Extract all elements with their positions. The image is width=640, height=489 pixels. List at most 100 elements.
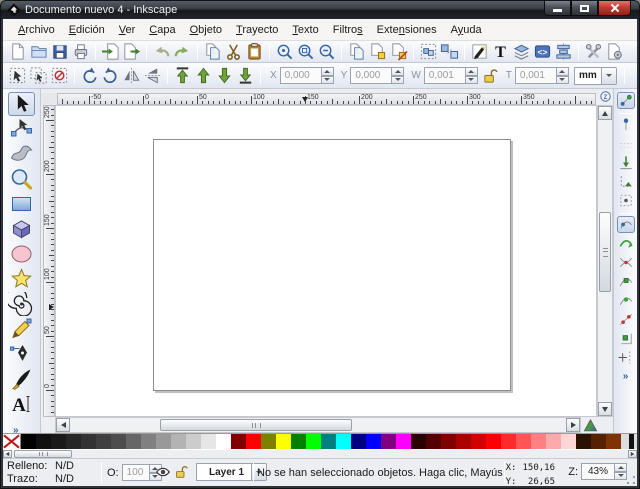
tweak-icon[interactable] xyxy=(8,142,35,166)
palette-scroll-right-button[interactable] xyxy=(628,450,637,458)
selector-icon[interactable] xyxy=(8,92,35,116)
palette-swatch-none[interactable] xyxy=(3,434,21,449)
ellipse-icon[interactable] xyxy=(8,242,35,266)
node-editor-icon[interactable] xyxy=(8,117,35,141)
color-managed-view-toggle[interactable] xyxy=(581,417,599,433)
zoom-field[interactable]: 43% xyxy=(581,463,615,480)
palette-swatch[interactable] xyxy=(111,434,126,449)
snap-bbox-edge-icon[interactable] xyxy=(617,135,635,152)
zoom-page-icon[interactable] xyxy=(296,42,315,61)
snap-bbox-corner-icon[interactable] xyxy=(617,154,635,171)
height-field-spinner[interactable] xyxy=(557,67,569,84)
palette-swatch[interactable] xyxy=(396,434,411,449)
palette-scroll-arrow-icon[interactable] xyxy=(629,433,634,449)
bezier-pen-icon[interactable] xyxy=(8,342,35,366)
lower-icon[interactable] xyxy=(215,66,234,85)
horizontal-scrollbar[interactable] xyxy=(55,417,581,433)
snap-bbox-midpoint-icon[interactable] xyxy=(617,173,635,190)
xml-editor-icon[interactable] xyxy=(533,42,552,61)
palette-swatch[interactable] xyxy=(336,434,351,449)
fill-stroke-indicator[interactable]: Relleno:N/D Trazo:N/D xyxy=(7,460,89,486)
palette-swatch[interactable] xyxy=(216,434,231,449)
palette-swatch[interactable] xyxy=(36,434,51,449)
x-field-spinner[interactable] xyxy=(322,67,334,84)
horizontal-ruler[interactable]: -50050100150200250300350 xyxy=(57,93,596,105)
palette-swatch[interactable] xyxy=(306,434,321,449)
snap-node-smooth-icon[interactable] xyxy=(617,292,635,309)
palette-scroll-thumb[interactable] xyxy=(14,450,72,458)
palette-swatch[interactable] xyxy=(81,434,96,449)
menu-item-ver[interactable]: Ver xyxy=(112,21,143,39)
vertical-scrollbar[interactable] xyxy=(597,105,613,417)
palette-swatch[interactable] xyxy=(51,434,66,449)
lock-ratio-icon[interactable] xyxy=(482,67,499,84)
palette-swatch[interactable] xyxy=(156,434,171,449)
palette-swatch[interactable] xyxy=(501,434,516,449)
zoom-corner-button[interactable] xyxy=(597,89,613,103)
palette-swatch[interactable] xyxy=(546,434,561,449)
palette-swatch[interactable] xyxy=(486,434,501,449)
select-all-icon[interactable] xyxy=(8,66,27,85)
palette-swatch[interactable] xyxy=(531,434,546,449)
palette-swatch[interactable] xyxy=(441,434,456,449)
palette-swatch[interactable] xyxy=(591,434,606,449)
close-button[interactable] xyxy=(598,1,631,16)
align-dialog-icon[interactable] xyxy=(554,42,573,61)
snap-path-icon[interactable] xyxy=(617,235,635,252)
palette-swatch[interactable] xyxy=(141,434,156,449)
title-bar[interactable]: Documento nuevo 4 - Inkscape xyxy=(1,1,639,19)
scroll-right-button[interactable] xyxy=(566,418,580,432)
export-icon[interactable] xyxy=(122,42,141,61)
menu-item-extensiones[interactable]: Extensiones xyxy=(370,21,444,39)
undo-icon[interactable] xyxy=(152,42,171,61)
palette-swatch[interactable] xyxy=(381,434,396,449)
box-3d-icon[interactable] xyxy=(8,217,35,241)
copy-icon[interactable] xyxy=(203,42,222,61)
pencil-icon[interactable] xyxy=(8,317,35,341)
new-icon[interactable] xyxy=(8,42,27,61)
palette-swatch[interactable] xyxy=(291,434,306,449)
palette-swatch[interactable] xyxy=(66,434,81,449)
palette-scrollbar[interactable] xyxy=(3,449,637,458)
palette-swatch[interactable] xyxy=(456,434,471,449)
snap-intersection-icon[interactable] xyxy=(617,254,635,271)
scroll-down-button[interactable] xyxy=(598,402,612,416)
y-field[interactable]: 0,000 xyxy=(350,67,392,84)
rotate-cw-icon[interactable] xyxy=(101,66,120,85)
zoom-tool-icon[interactable] xyxy=(8,167,35,191)
menu-item-archivo[interactable]: Archivo xyxy=(11,21,62,39)
palette-swatch[interactable] xyxy=(186,434,201,449)
resize-grip[interactable] xyxy=(627,476,635,484)
scroll-up-button[interactable] xyxy=(598,106,612,120)
zoom-width-icon[interactable] xyxy=(317,42,336,61)
units-dropdown[interactable]: mm xyxy=(574,67,617,85)
y-field-spinner[interactable] xyxy=(392,67,404,84)
snap-nodes-icon[interactable] xyxy=(617,216,635,233)
fill-stroke-icon[interactable] xyxy=(470,42,489,61)
calligraphy-icon[interactable] xyxy=(8,367,35,391)
star-icon[interactable] xyxy=(8,267,35,291)
maximize-button[interactable] xyxy=(571,1,598,16)
menu-item-ayuda[interactable]: Ayuda xyxy=(444,21,489,39)
duplicate-icon[interactable] xyxy=(347,42,366,61)
layer-visibility-toggle[interactable] xyxy=(155,464,171,480)
select-all-layers-icon[interactable] xyxy=(29,66,48,85)
palette-swatch[interactable] xyxy=(516,434,531,449)
palette-swatch[interactable] xyxy=(471,434,486,449)
palette-swatch[interactable] xyxy=(561,434,576,449)
lower-to-bottom-icon[interactable] xyxy=(236,66,255,85)
rotate-ccw-icon[interactable] xyxy=(80,66,99,85)
palette-scroll-left-button[interactable] xyxy=(3,450,12,458)
palette-swatch[interactable] xyxy=(201,434,216,449)
palette-swatch[interactable] xyxy=(231,434,246,449)
menu-item-objeto[interactable]: Objeto xyxy=(183,21,229,39)
palette-swatch[interactable] xyxy=(606,434,621,449)
zoom-spinner[interactable] xyxy=(615,463,627,480)
save-icon[interactable] xyxy=(50,42,69,61)
height-field[interactable]: 0,001 xyxy=(515,67,557,84)
clone-icon[interactable] xyxy=(368,42,387,61)
redo-icon[interactable] xyxy=(173,42,192,61)
flip-vertical-icon[interactable] xyxy=(143,66,162,85)
snap-enable-icon[interactable] xyxy=(617,92,635,109)
palette-swatch[interactable] xyxy=(171,434,186,449)
